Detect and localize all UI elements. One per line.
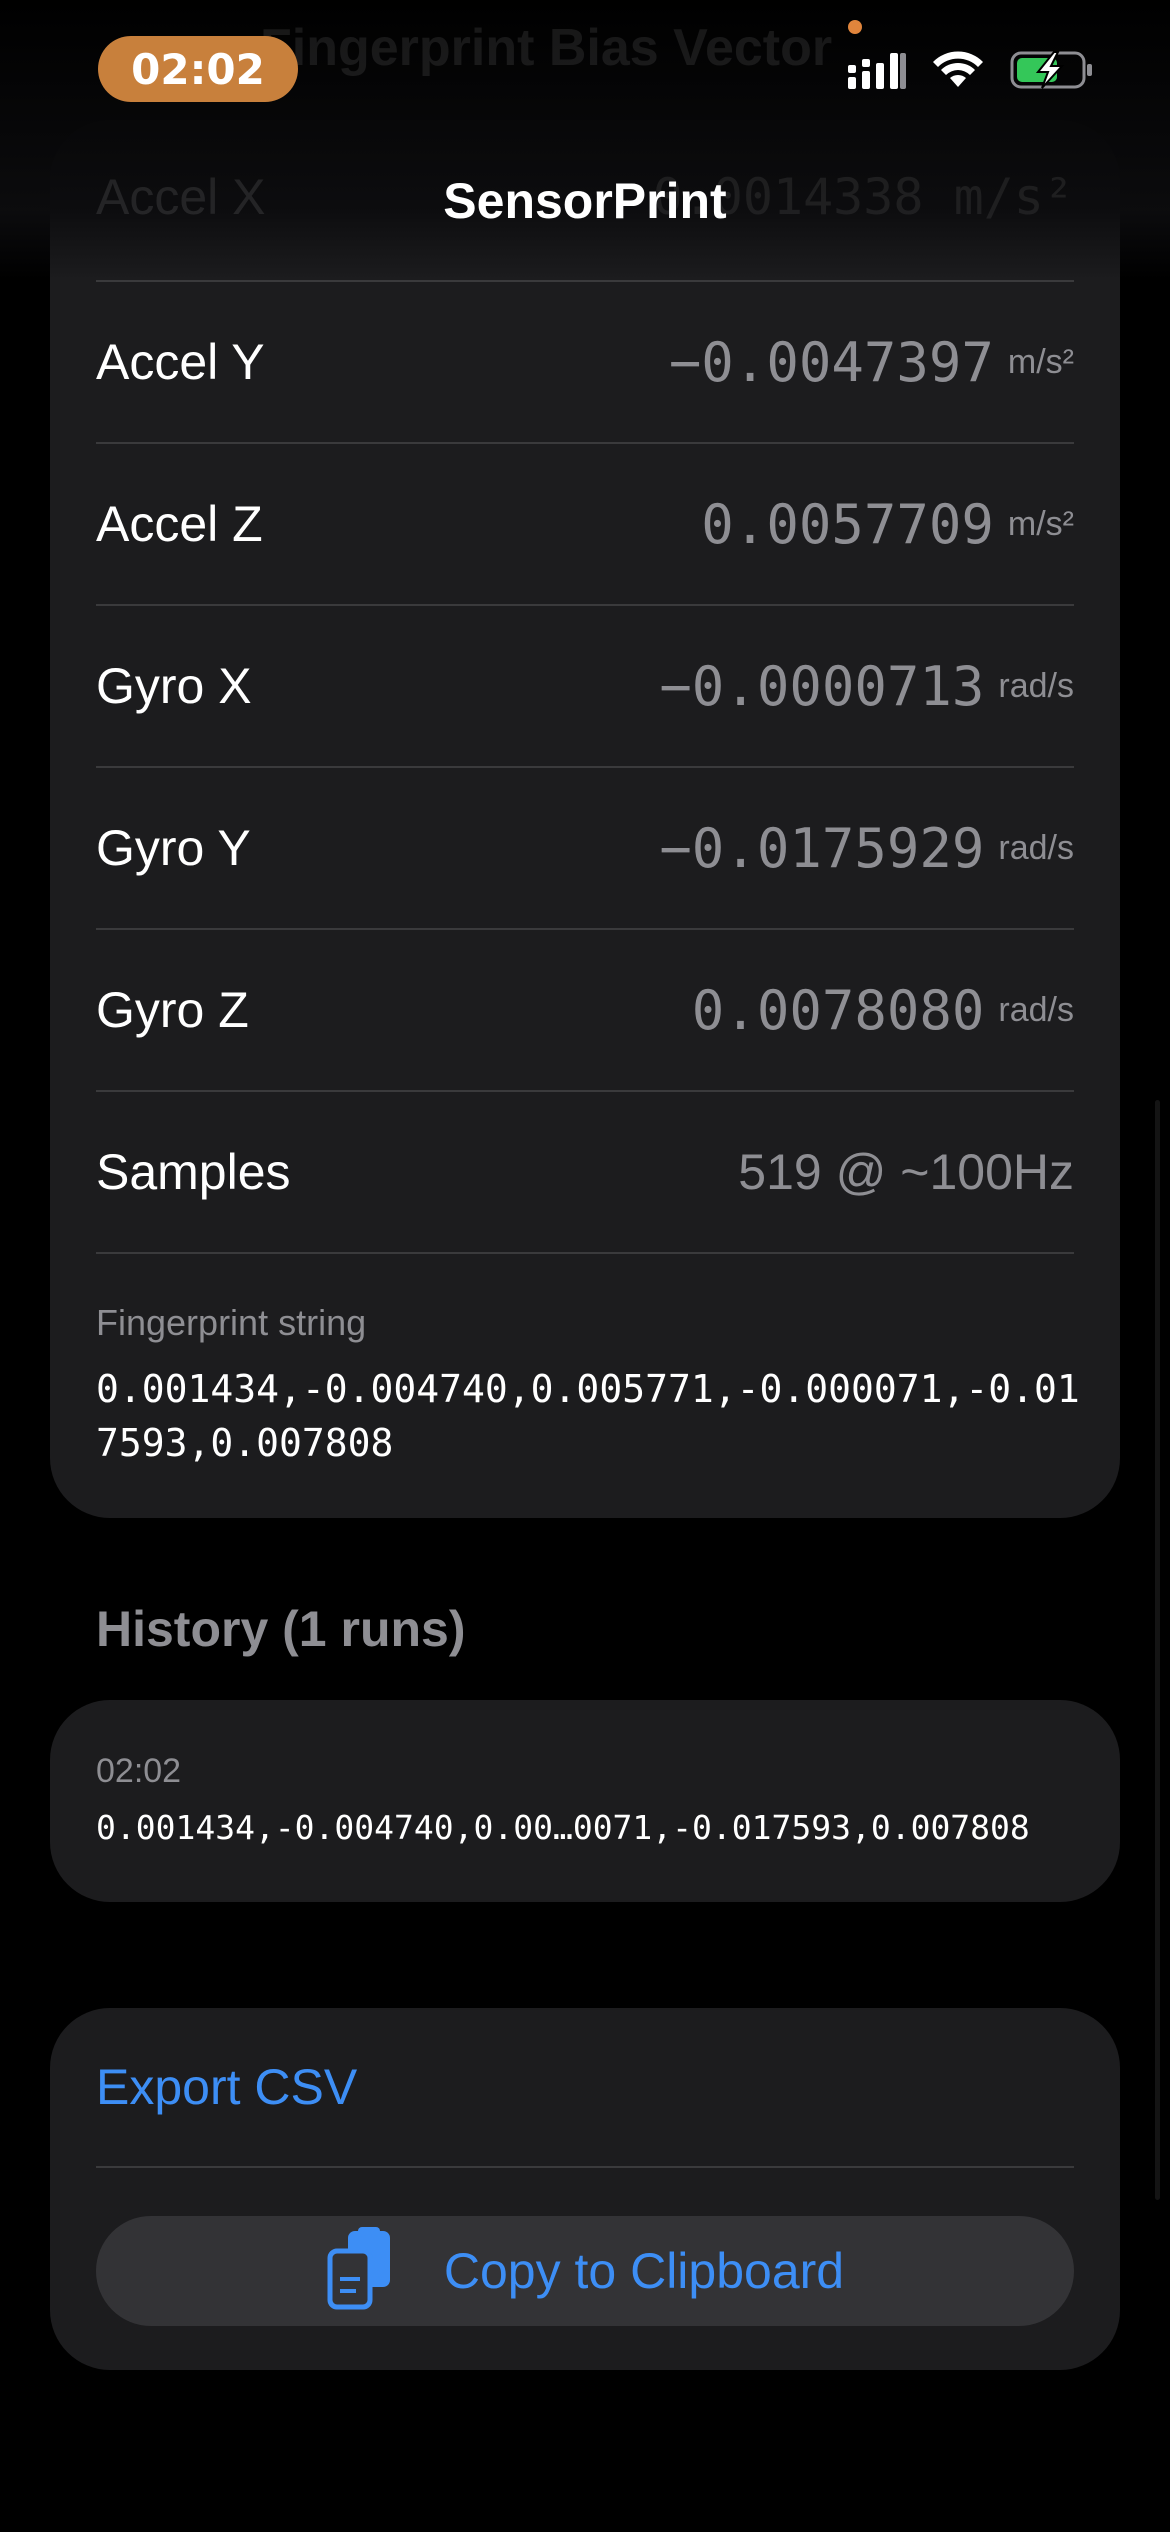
battery-charging-icon: [1010, 50, 1094, 90]
row-accel-y: Accel Y −0.0047397 m/s²: [96, 282, 1074, 444]
row-value-group: −0.0175929 rad/s: [659, 817, 1074, 880]
row-label: Gyro X: [96, 658, 252, 714]
history-card: 02:02 0.001434,-0.004740,0.00…0071,-0.01…: [50, 1700, 1120, 1902]
privacy-indicator-dot: [848, 20, 862, 34]
samples-value: 519 @ ~100Hz: [738, 1144, 1074, 1200]
samples-label: Samples: [96, 1144, 291, 1200]
row-unit: rad/s: [998, 828, 1074, 867]
export-csv-button[interactable]: Export CSV: [96, 2008, 1074, 2168]
row-unit: rad/s: [998, 666, 1074, 705]
row-gyro-y: Gyro Y −0.0175929 rad/s: [96, 768, 1074, 930]
page-title: SensorPrint: [443, 173, 727, 229]
actions-card: Export CSV Copy to Clipboard: [50, 2008, 1120, 2370]
copy-to-clipboard-button[interactable]: Copy to Clipboard: [96, 2216, 1074, 2326]
row-value-group: −0.0047397 m/s²: [669, 331, 1074, 394]
row-unit: m/s²: [1007, 504, 1074, 543]
row-label: Gyro Y: [96, 820, 251, 876]
status-icons: [848, 50, 1094, 90]
copy-to-clipboard-label: Copy to Clipboard: [443, 2243, 845, 2299]
row-samples: Samples 519 @ ~100Hz: [96, 1092, 1074, 1254]
wifi-icon: [932, 51, 984, 89]
fingerprint-caption: Fingerprint string: [96, 1302, 367, 1343]
row-value-group: 0.0057709 m/s²: [701, 493, 1074, 556]
row-unit: m/s²: [1007, 342, 1074, 381]
scroll-indicator[interactable]: [1155, 1100, 1160, 2200]
row-label: Gyro Z: [96, 982, 249, 1038]
history-header: History (1 runs): [96, 1601, 466, 1657]
clipboard-copy-icon: [326, 2226, 394, 2316]
row-gyro-z: Gyro Z 0.0078080 rad/s: [96, 930, 1074, 1092]
row-value: 0.0057709: [701, 492, 994, 556]
readings-card: Accel Y −0.0047397 m/s² Accel Z 0.005770…: [50, 120, 1120, 1518]
cellular-signal-icon: [848, 51, 906, 89]
status-bar: 02:02: [0, 0, 1170, 140]
fingerprint-string[interactable]: 0.001434,-0.004740,0.005771,-0.000071,-0…: [96, 1362, 1096, 1470]
row-label: Accel Z: [96, 496, 263, 552]
row-value: −0.0047397: [668, 330, 994, 394]
row-label: Accel Y: [96, 334, 265, 390]
row-gyro-x: Gyro X −0.0000713 rad/s: [96, 606, 1074, 768]
row-unit: rad/s: [998, 990, 1074, 1029]
row-value: −0.0000713: [659, 654, 985, 718]
row-value-group: −0.0000713 rad/s: [659, 655, 1074, 718]
history-entry-time: 02:02: [96, 1752, 182, 1790]
export-csv-label: Export CSV: [96, 2059, 358, 2115]
history-entry-value: 0.001434,-0.004740,0.00…0071,-0.017593,0…: [96, 1808, 1030, 1847]
row-value: 0.0078080: [691, 978, 985, 1042]
row-value-group: 0.0078080 rad/s: [692, 979, 1074, 1042]
row-accel-z: Accel Z 0.0057709 m/s²: [96, 444, 1074, 606]
status-time[interactable]: 02:02: [98, 36, 298, 102]
row-value: −0.0175929: [659, 816, 985, 880]
